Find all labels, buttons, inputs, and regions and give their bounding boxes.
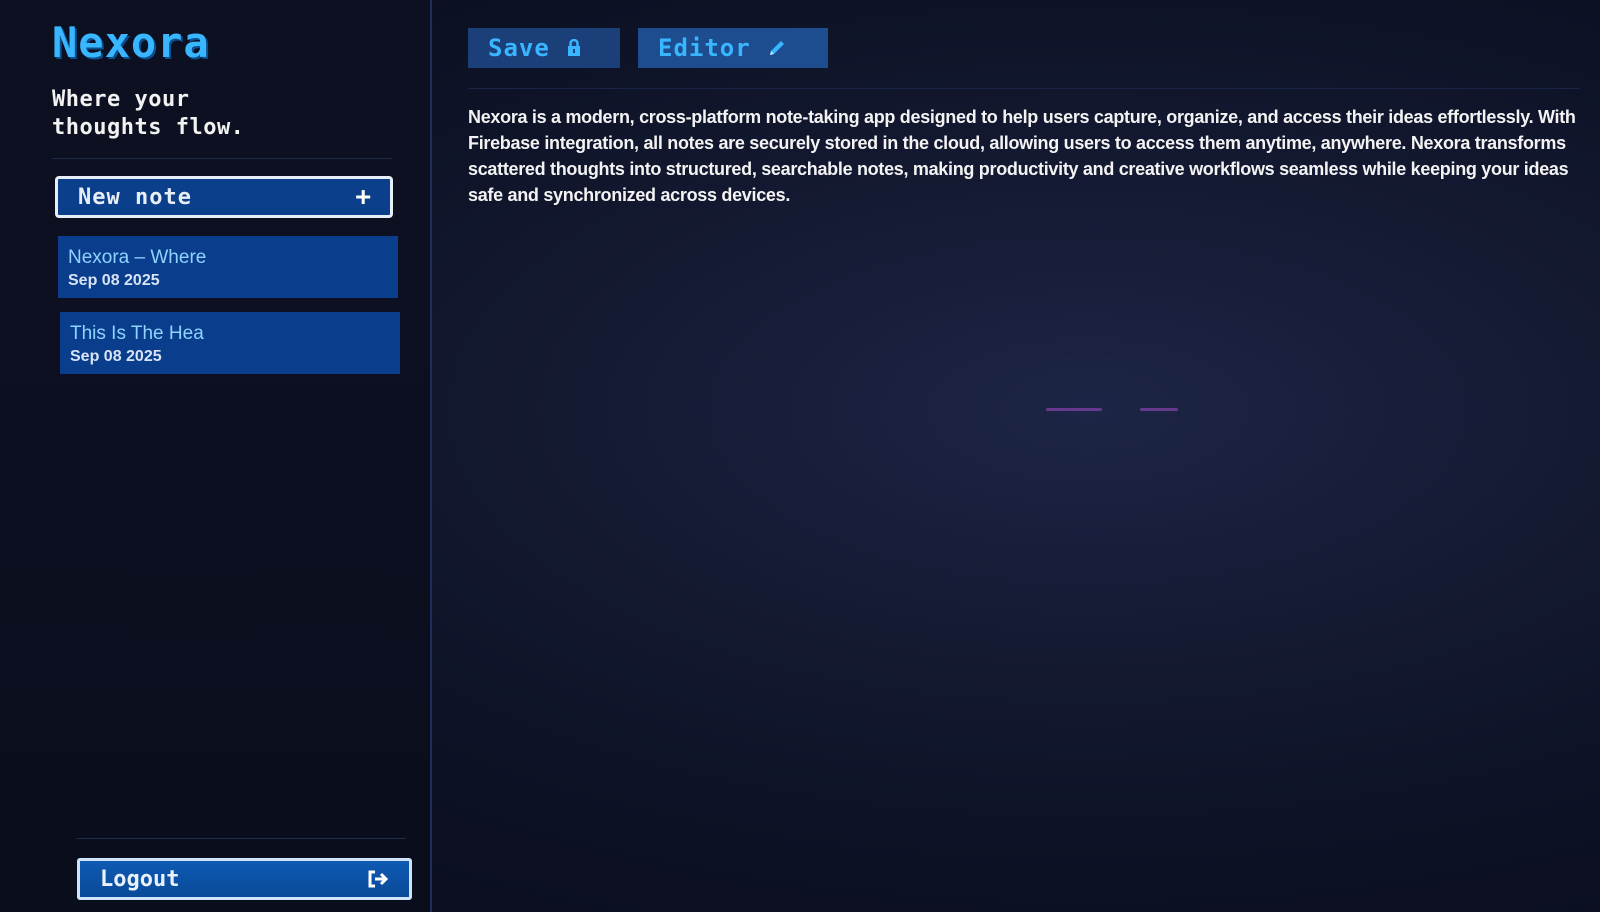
lock-icon [566, 39, 582, 57]
tagline-line-1: Where your [52, 87, 190, 112]
pencil-icon [767, 38, 787, 58]
screen-glare [1140, 408, 1178, 411]
plus-icon: + [355, 182, 372, 212]
save-label: Save [488, 34, 550, 62]
sidebar: Nexora Where your thoughts flow. New not… [0, 0, 432, 912]
tagline: Where your thoughts flow. [52, 86, 332, 142]
toolbar-divider [468, 88, 1580, 89]
tagline-line-2: thoughts flow. [52, 115, 245, 140]
note-title: This Is The Hea [70, 323, 204, 344]
note-date: Sep 08 2025 [68, 272, 160, 289]
logout-icon [367, 869, 389, 889]
app-window: Nexora Where your thoughts flow. New not… [0, 0, 1600, 912]
note-list-item[interactable]: This Is The Hea Sep 08 2025 [60, 312, 400, 374]
logout-button[interactable]: Logout [77, 858, 412, 900]
editor-toolbar: Save Editor [468, 28, 828, 68]
note-date: Sep 08 2025 [70, 348, 162, 365]
app-logo: Nexora [52, 18, 210, 67]
editor-button[interactable]: Editor [638, 28, 828, 68]
sidebar-divider-bottom [76, 838, 406, 839]
new-note-button[interactable]: New note + [55, 176, 393, 218]
note-title: Nexora – Where [68, 247, 207, 268]
editor-label: Editor [658, 34, 751, 62]
logout-label: Logout [100, 866, 180, 892]
screen-glare [1046, 408, 1102, 411]
note-list-item[interactable]: Nexora – Where Sep 08 2025 [58, 236, 398, 298]
save-button[interactable]: Save [468, 28, 620, 68]
new-note-label: New note [78, 184, 192, 210]
note-body[interactable]: Nexora is a modern, cross-platform note-… [468, 104, 1578, 208]
sidebar-divider-top [52, 158, 392, 159]
note-editor-area: Save Editor Nexora is a modern, cross-pl… [432, 0, 1600, 912]
